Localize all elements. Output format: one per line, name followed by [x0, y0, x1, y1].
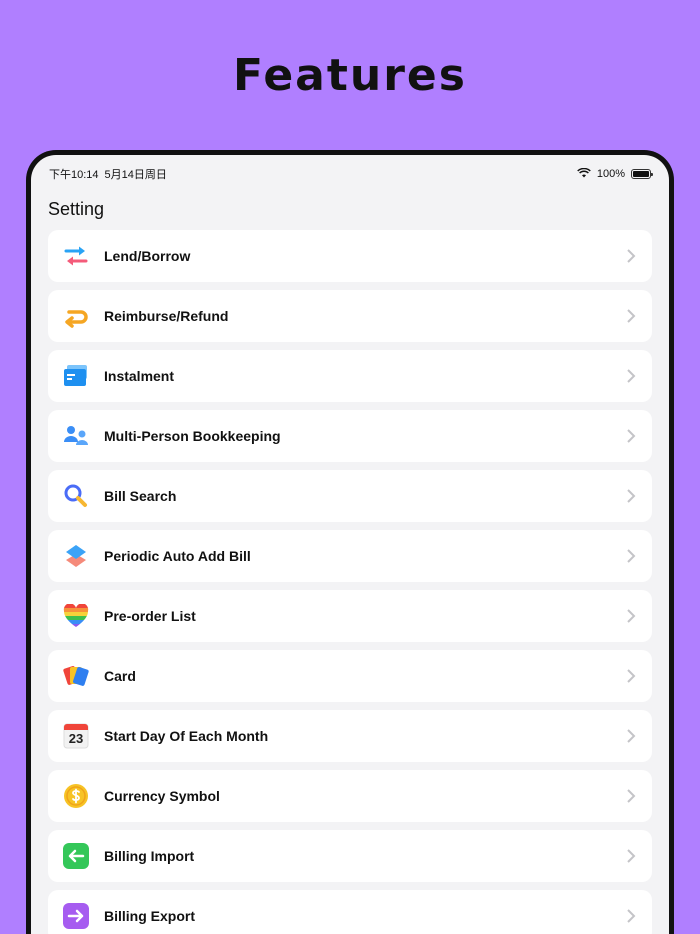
chevron-right-icon [627, 309, 636, 323]
settings-row-card[interactable]: Card [48, 650, 652, 702]
chevron-right-icon [627, 489, 636, 503]
coin-icon [62, 782, 90, 810]
settings-row-label: Multi-Person Bookkeeping [104, 428, 281, 444]
status-bar: 下午10:14 5月14日周日 100% [49, 164, 653, 184]
heart-icon [62, 602, 90, 630]
settings-row-label: Instalment [104, 368, 175, 384]
settings-row-bill-search[interactable]: Bill Search [48, 470, 652, 522]
chevron-right-icon [627, 429, 636, 443]
settings-row-label: Periodic Auto Add Bill [104, 548, 251, 564]
page-title: Setting [48, 199, 105, 219]
layers-icon [62, 542, 90, 570]
settings-row-label: Bill Search [104, 488, 177, 504]
tablet-frame: 下午10:14 5月14日周日 100% Setting Lend/Borrow [26, 150, 674, 934]
settings-row-label: Lend/Borrow [104, 248, 191, 264]
chevron-right-icon [627, 549, 636, 563]
settings-row-label: Reimburse/Refund [104, 308, 229, 324]
settings-row-multi-person-bookkeeping[interactable]: Multi-Person Bookkeeping [48, 410, 652, 462]
status-time: 下午10:14 [49, 169, 99, 181]
calendar-day-number: 23 [68, 731, 84, 746]
card-icon [62, 662, 90, 690]
settings-row-lend-borrow[interactable]: Lend/Borrow [48, 230, 652, 282]
chevron-right-icon [627, 669, 636, 683]
settings-row-billing-export[interactable]: Billing Export [48, 890, 652, 934]
settings-row-periodic-auto-add-bill[interactable]: Periodic Auto Add Bill [48, 530, 652, 582]
chevron-right-icon [627, 609, 636, 623]
status-date: 5月14日周日 [104, 169, 167, 181]
settings-row-label: Billing Import [104, 848, 195, 864]
settings-row-billing-import[interactable]: Billing Import [48, 830, 652, 882]
settings-row-label: Billing Export [104, 908, 195, 924]
settings-row-pre-order-list[interactable]: Pre-order List [48, 590, 652, 642]
people-icon [62, 422, 90, 450]
chevron-right-icon [627, 369, 636, 383]
chevron-right-icon [627, 249, 636, 263]
settings-row-instalment[interactable]: Instalment [48, 350, 652, 402]
settings-row-label: Currency Symbol [104, 788, 220, 804]
calendar-icon: 23 [62, 722, 90, 750]
import-icon [62, 842, 90, 870]
chevron-right-icon [627, 849, 636, 863]
search-icon [62, 482, 90, 510]
page-headline: Features [233, 50, 467, 101]
chevron-right-icon [627, 729, 636, 743]
settings-list: Lend/Borrow Reimburse/Refund Instalment [48, 230, 652, 934]
settings-row-label: Card [104, 668, 136, 684]
wifi-icon [577, 167, 591, 181]
lend-borrow-icon [62, 242, 90, 270]
settings-row-start-day-of-each-month[interactable]: 23 Start Day Of Each Month [48, 710, 652, 762]
instalment-icon [62, 362, 90, 390]
chevron-right-icon [627, 909, 636, 923]
export-icon [62, 902, 90, 930]
tablet-screen: 下午10:14 5月14日周日 100% Setting Lend/Borrow [31, 155, 669, 934]
battery-icon [631, 169, 653, 179]
settings-row-currency-symbol[interactable]: Currency Symbol [48, 770, 652, 822]
settings-row-label: Start Day Of Each Month [104, 728, 269, 744]
chevron-right-icon [627, 789, 636, 803]
reimburse-icon [62, 302, 90, 330]
settings-row-reimburse-refund[interactable]: Reimburse/Refund [48, 290, 652, 342]
settings-row-label: Pre-order List [104, 608, 196, 624]
battery-percent: 100% [596, 168, 625, 180]
